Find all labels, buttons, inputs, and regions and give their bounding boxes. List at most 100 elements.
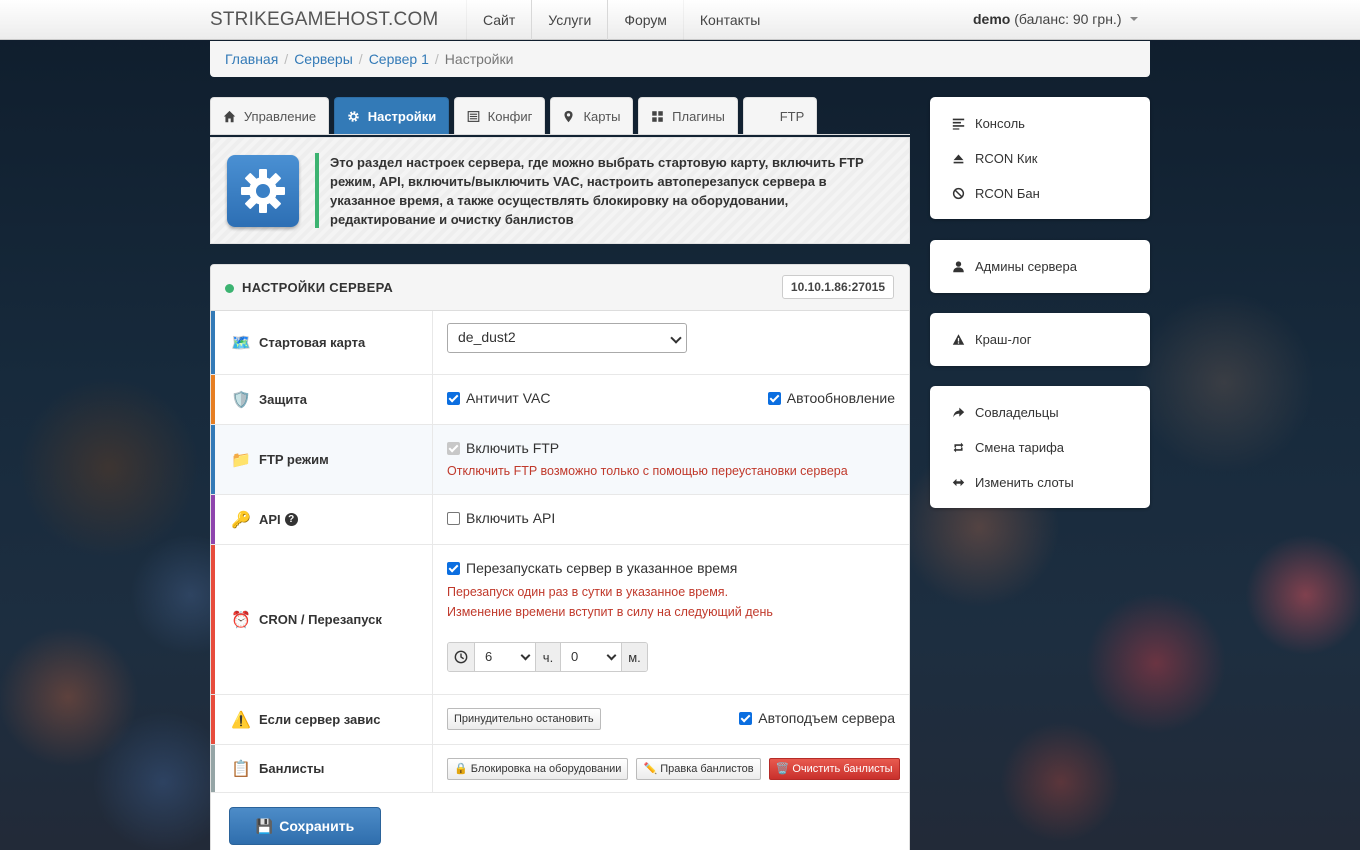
nav-link-services[interactable]: Услуги bbox=[531, 0, 607, 40]
vac-checkbox[interactable] bbox=[447, 392, 460, 405]
sidebar-item-rcon-kick[interactable]: RCON Кик bbox=[930, 141, 1150, 176]
ftp-checkbox bbox=[447, 442, 460, 455]
server-settings-panel: НАСТРОЙКИ СЕРВЕРА 10.10.1.86:27015 🗺️ Ст… bbox=[210, 264, 910, 850]
sidebar-card-console: Консоль RCON Кик RCON Бан bbox=[930, 97, 1150, 219]
ftp-checkbox-group: Включить FTP bbox=[447, 440, 559, 456]
clear-banlists-button[interactable]: 🗑️ Очистить банлисты bbox=[768, 758, 900, 780]
sidebar-item-label: Смена тарифа bbox=[975, 440, 1065, 455]
button-label: Блокировка на оборудовании bbox=[470, 763, 622, 775]
api-checkbox[interactable] bbox=[447, 512, 460, 525]
breadcrumb: Главная / Серверы / Сервер 1 / Настройки bbox=[210, 41, 1150, 77]
row-label-text: Банлисты bbox=[259, 761, 325, 776]
sidebar-item-change-tariff[interactable]: Смена тарифа bbox=[930, 430, 1150, 465]
autoraise-label: Автоподъем сервера bbox=[758, 710, 895, 726]
cron-hint-1: Перезапуск один раз в сутки в указанное … bbox=[447, 585, 729, 599]
user-balance: (баланс: 90 грн.) bbox=[1014, 11, 1122, 27]
tab-label: Карты bbox=[583, 108, 621, 124]
row-hang: ⚠️ Если сервер завис Принудительно остан… bbox=[211, 695, 909, 745]
user-icon bbox=[953, 261, 964, 273]
button-label: Очистить банлисты bbox=[792, 763, 893, 775]
tab-maps[interactable]: Карты bbox=[550, 97, 633, 134]
status-dot-icon bbox=[225, 284, 234, 293]
row-label: ⏰ CRON / Перезапуск bbox=[211, 545, 433, 694]
sidebar-item-admins[interactable]: Админы сервера bbox=[930, 249, 1150, 284]
row-content: 🔒 Блокировка на оборудовании ✏️ Правка б… bbox=[433, 745, 909, 792]
chevron-down-icon bbox=[670, 332, 682, 344]
map-icon: 🗺️ bbox=[231, 334, 251, 352]
breadcrumb-server-1[interactable]: Сервер 1 bbox=[369, 51, 429, 67]
button-label: Правка банлистов bbox=[660, 763, 754, 775]
hour-select[interactable]: 6 bbox=[475, 643, 535, 671]
breadcrumb-current: Настройки bbox=[444, 51, 514, 67]
autoupdate-label: Автообновление bbox=[786, 390, 895, 406]
folder-icon: 📁 bbox=[231, 451, 251, 469]
sidebar-item-crash-log[interactable]: Краш-лог bbox=[930, 322, 1150, 357]
nav-links: Сайт Услуги Форум Контакты bbox=[466, 0, 776, 40]
row-ftp: 📁 FTP режим Включить FTP Отключить FTP в… bbox=[211, 425, 909, 495]
floppy-disk-icon: 💾 bbox=[255, 817, 274, 834]
restart-checkbox[interactable] bbox=[447, 562, 460, 575]
sidebar-item-console[interactable]: Консоль bbox=[930, 106, 1150, 141]
sidebar-item-coowners[interactable]: Совладельцы bbox=[930, 395, 1150, 430]
warning-icon: ⚠️ bbox=[231, 711, 251, 729]
sidebar-card-admins: Админы сервера bbox=[930, 240, 1150, 293]
autoraise-checkbox-group[interactable]: Автоподъем сервера bbox=[739, 710, 895, 726]
save-button[interactable]: 💾 Сохранить bbox=[229, 807, 381, 845]
top-navbar: STRIKEGAMEHOST.COM Сайт Услуги Форум Кон… bbox=[0, 0, 1360, 40]
hour-value: 6 bbox=[485, 649, 493, 664]
nav-link-forum[interactable]: Форум bbox=[607, 0, 683, 40]
sidebar-item-label: RCON Кик bbox=[975, 151, 1038, 166]
gear-icon bbox=[347, 110, 359, 122]
breadcrumb-separator: / bbox=[434, 51, 439, 67]
row-label-text: Стартовая карта bbox=[259, 335, 366, 350]
tab-label: FTP bbox=[779, 108, 805, 124]
restart-checkbox-group[interactable]: Перезапускать сервер в указанное время bbox=[447, 560, 737, 576]
map-marker-icon bbox=[564, 110, 574, 122]
shield-icon: 🛡️ bbox=[231, 391, 251, 409]
row-content: Принудительно остановить Автоподъем серв… bbox=[433, 695, 909, 744]
tab-ftp[interactable]: FTP bbox=[743, 97, 817, 134]
row-banlists: 📋 Банлисты 🔒 Блокировка на оборудовании … bbox=[211, 745, 909, 793]
start-map-value: de_dust2 bbox=[458, 329, 516, 345]
hardware-block-button[interactable]: 🔒 Блокировка на оборудовании bbox=[447, 758, 629, 780]
vac-checkbox-group[interactable]: Античит VAC bbox=[447, 390, 550, 406]
row-label-text: Если сервер завис bbox=[259, 712, 381, 727]
sidebar-item-change-slots[interactable]: Изменить слоты bbox=[930, 465, 1150, 500]
breadcrumb-home[interactable]: Главная bbox=[225, 51, 278, 67]
tab-config[interactable]: Конфиг bbox=[454, 97, 545, 134]
autoupdate-checkbox[interactable] bbox=[767, 392, 781, 405]
minute-select[interactable]: 0 bbox=[561, 643, 621, 671]
save-label: Сохранить bbox=[279, 818, 355, 834]
brand-logo[interactable]: STRIKEGAMEHOST.COM bbox=[210, 9, 438, 31]
autoupdate-checkbox-group[interactable]: Автообновление bbox=[767, 390, 895, 406]
nav-link-contacts[interactable]: Контакты bbox=[682, 0, 776, 40]
user-menu[interactable]: demo (баланс: 90 грн.) bbox=[973, 11, 1139, 27]
sidebar-item-label: Совладельцы bbox=[975, 405, 1059, 420]
chevron-down-icon bbox=[520, 650, 531, 661]
breadcrumb-separator: / bbox=[358, 51, 363, 67]
tab-manage[interactable]: Управление bbox=[210, 97, 329, 134]
caret-down-icon bbox=[1130, 17, 1139, 21]
share-icon bbox=[953, 407, 965, 418]
home-icon bbox=[223, 110, 236, 122]
breadcrumb-separator: / bbox=[284, 51, 289, 67]
row-label: 📁 FTP режим bbox=[211, 425, 433, 494]
force-stop-button[interactable]: Принудительно остановить bbox=[447, 708, 601, 730]
warning-sign-icon bbox=[952, 334, 965, 345]
help-icon[interactable]: ? bbox=[284, 513, 298, 526]
tab-plugins[interactable]: Плагины bbox=[638, 97, 738, 134]
autoraise-checkbox[interactable] bbox=[739, 712, 753, 725]
edit-banlists-button[interactable]: ✏️ Правка банлистов bbox=[636, 758, 761, 780]
row-content: Включить API bbox=[433, 495, 909, 544]
ftp-label: Включить FTP bbox=[466, 440, 560, 456]
chevron-down-icon bbox=[606, 650, 617, 661]
api-checkbox-group[interactable]: Включить API bbox=[447, 510, 555, 526]
nav-link-site[interactable]: Сайт bbox=[466, 0, 531, 40]
minute-value: 0 bbox=[571, 649, 579, 664]
sidebar-item-rcon-ban[interactable]: RCON Бан bbox=[930, 176, 1150, 211]
row-label-text: Защита bbox=[259, 392, 307, 407]
tab-settings[interactable]: Настройки bbox=[334, 97, 449, 134]
breadcrumb-servers[interactable]: Серверы bbox=[294, 51, 353, 67]
start-map-select[interactable]: de_dust2 bbox=[447, 323, 687, 353]
row-label-text: API bbox=[259, 512, 281, 527]
